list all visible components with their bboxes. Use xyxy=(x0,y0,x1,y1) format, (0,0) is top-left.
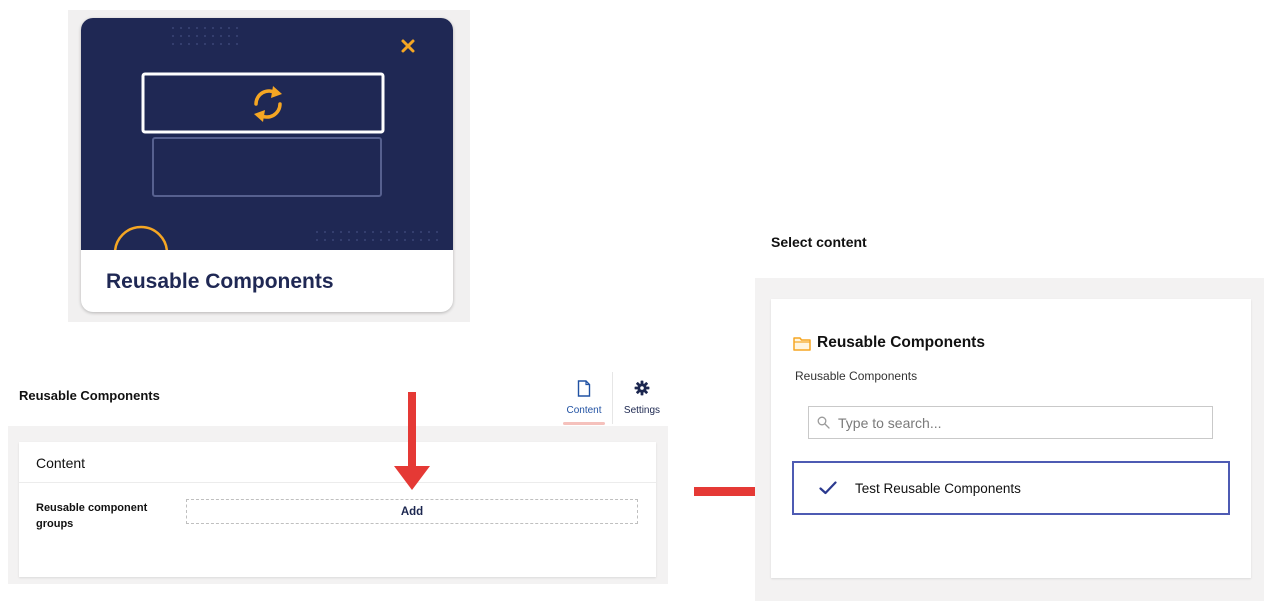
folder-icon xyxy=(793,336,811,351)
start-node[interactable]: Reusable Components xyxy=(793,333,985,353)
checkmark-icon xyxy=(819,481,837,495)
tile-illustration xyxy=(113,27,438,281)
breadcrumb[interactable]: Reusable Components xyxy=(795,369,917,383)
dialog-title: Select content xyxy=(771,234,867,250)
folder-name: Reusable Components xyxy=(817,334,985,351)
tab-divider xyxy=(612,372,613,424)
tile-title: Reusable Components xyxy=(106,270,334,293)
down-arrow-icon xyxy=(394,392,430,490)
content-picker: Reusable Components Reusable Components … xyxy=(771,299,1251,578)
content-apps: Content Settings xyxy=(556,370,670,426)
search-box xyxy=(808,406,1213,439)
property-label: Reusable component groups xyxy=(36,502,148,530)
content-group: Content Reusable component groups Add xyxy=(19,442,656,577)
gear-icon xyxy=(634,380,650,396)
search-input[interactable] xyxy=(836,413,1200,432)
package-tile[interactable]: Reusable Components xyxy=(81,18,453,312)
tab-content[interactable]: Content xyxy=(556,370,612,426)
search-icon xyxy=(817,416,830,429)
result-item[interactable]: Test Reusable Components xyxy=(792,461,1230,515)
group-title: Content xyxy=(36,455,86,471)
node-title: Reusable Components xyxy=(19,388,160,403)
group-divider xyxy=(19,482,656,483)
package-tile-area: Reusable Components xyxy=(68,10,470,322)
tile-artwork xyxy=(81,18,453,281)
add-button[interactable]: Add xyxy=(186,499,638,524)
document-icon xyxy=(577,380,591,397)
tab-settings[interactable]: Settings xyxy=(614,370,670,426)
result-item-label: Test Reusable Components xyxy=(855,480,1021,496)
tab-settings-label: Settings xyxy=(623,405,661,416)
tab-content-label: Content xyxy=(566,405,602,416)
